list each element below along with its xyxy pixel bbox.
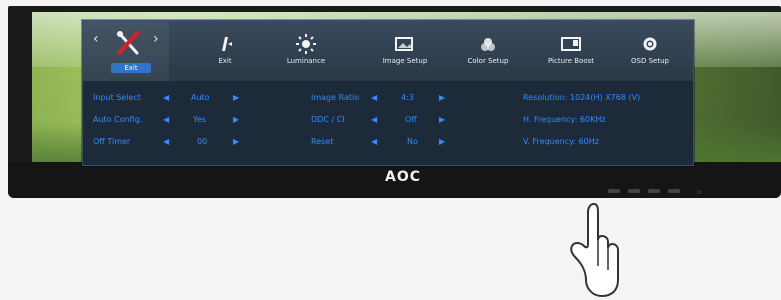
monitor-button[interactable]	[648, 189, 660, 193]
osd-menu: ‹ › Exit Exit Luminance Image Setup Colo…	[82, 20, 694, 166]
settings-area: Input Select ◀ Auto ▶ Image Ratio ◀ 4:3 …	[83, 81, 693, 165]
tab-luminance[interactable]: Luminance	[271, 33, 341, 77]
tab-osd-setup[interactable]: OSD Setup	[615, 33, 685, 77]
setting-value: Off	[405, 115, 417, 124]
monitor: ‹ › Exit Exit Luminance Image Setup Colo…	[8, 6, 781, 198]
increase-arrow-icon[interactable]: ▶	[439, 137, 445, 146]
setting-value: 4:3	[401, 93, 414, 102]
setting-value: Auto	[191, 93, 210, 102]
osd-setup-icon	[615, 33, 685, 55]
setting-value: Yes	[193, 115, 206, 124]
monitor-button[interactable]	[628, 189, 640, 193]
tab-exit[interactable]: Exit	[203, 33, 247, 77]
tab-label: OSD Setup	[631, 57, 669, 65]
tab-color-setup[interactable]: Color Setup	[453, 33, 523, 77]
decrease-arrow-icon[interactable]: ◀	[371, 115, 377, 124]
setting-label: DDC / CI	[311, 115, 345, 124]
tab-label: Color Setup	[467, 57, 509, 65]
tab-image-setup[interactable]: Image Setup	[365, 33, 445, 77]
setting-label: Auto Config.	[93, 115, 143, 124]
increase-arrow-icon[interactable]: ▶	[439, 93, 445, 102]
decrease-arrow-icon[interactable]: ◀	[163, 93, 169, 102]
setting-label: Image Ratio	[311, 93, 360, 102]
power-indicator	[697, 190, 701, 194]
osd-top-bar: ‹ › Exit Exit Luminance Image Setup Colo…	[83, 21, 693, 81]
tab-label: Picture Boost	[547, 57, 595, 65]
brand-logo: AOC	[384, 169, 421, 185]
setting-label: Reset	[311, 137, 334, 146]
settings-row: Off Timer ◀ 00 ▶ Reset ◀ No ▶ V. Frequen…	[83, 137, 693, 159]
decrease-arrow-icon[interactable]: ◀	[371, 93, 377, 102]
increase-arrow-icon[interactable]: ▶	[233, 93, 239, 102]
setting-label: Off Timer	[93, 137, 131, 146]
setting-label: Input Select	[93, 93, 141, 102]
tab-picture-boost[interactable]: Picture Boost	[531, 33, 611, 77]
image-setup-icon	[365, 33, 445, 55]
picture-boost-icon	[531, 33, 611, 55]
resolution-info: Resolution: 1024(H) X768 (V)	[523, 93, 641, 102]
selected-extra-tab[interactable]: ‹ › Exit	[83, 21, 169, 81]
settings-row: Auto Config. ◀ Yes ▶ DDC / CI ◀ Off ▶ H.…	[83, 115, 693, 137]
tab-label: Image Setup	[382, 57, 428, 65]
setting-value: No	[407, 137, 418, 146]
tab-label: Exit	[218, 57, 232, 65]
monitor-button[interactable]	[668, 189, 680, 193]
tools-icon	[117, 31, 139, 55]
left-chevron-icon[interactable]: ‹	[93, 31, 99, 47]
decrease-arrow-icon[interactable]: ◀	[163, 137, 169, 146]
v-frequency-info: V. Frequency: 60Hz	[523, 137, 599, 146]
luminance-icon	[271, 33, 341, 55]
increase-arrow-icon[interactable]: ▶	[233, 137, 239, 146]
selected-tab-label: Exit	[111, 63, 151, 73]
setting-value: 00	[197, 137, 208, 146]
decrease-arrow-icon[interactable]: ◀	[163, 115, 169, 124]
right-chevron-icon[interactable]: ›	[153, 31, 159, 47]
color-setup-icon	[453, 33, 523, 55]
settings-row: Input Select ◀ Auto ▶ Image Ratio ◀ 4:3 …	[83, 93, 693, 115]
increase-arrow-icon[interactable]: ▶	[233, 115, 239, 124]
exit-icon	[203, 33, 247, 55]
pointing-hand-icon	[570, 202, 619, 298]
h-frequency-info: H. Frequency: 60KHz	[523, 115, 606, 124]
tab-label: Luminance	[286, 57, 326, 65]
decrease-arrow-icon[interactable]: ◀	[371, 137, 377, 146]
increase-arrow-icon[interactable]: ▶	[439, 115, 445, 124]
monitor-button[interactable]	[608, 189, 620, 193]
